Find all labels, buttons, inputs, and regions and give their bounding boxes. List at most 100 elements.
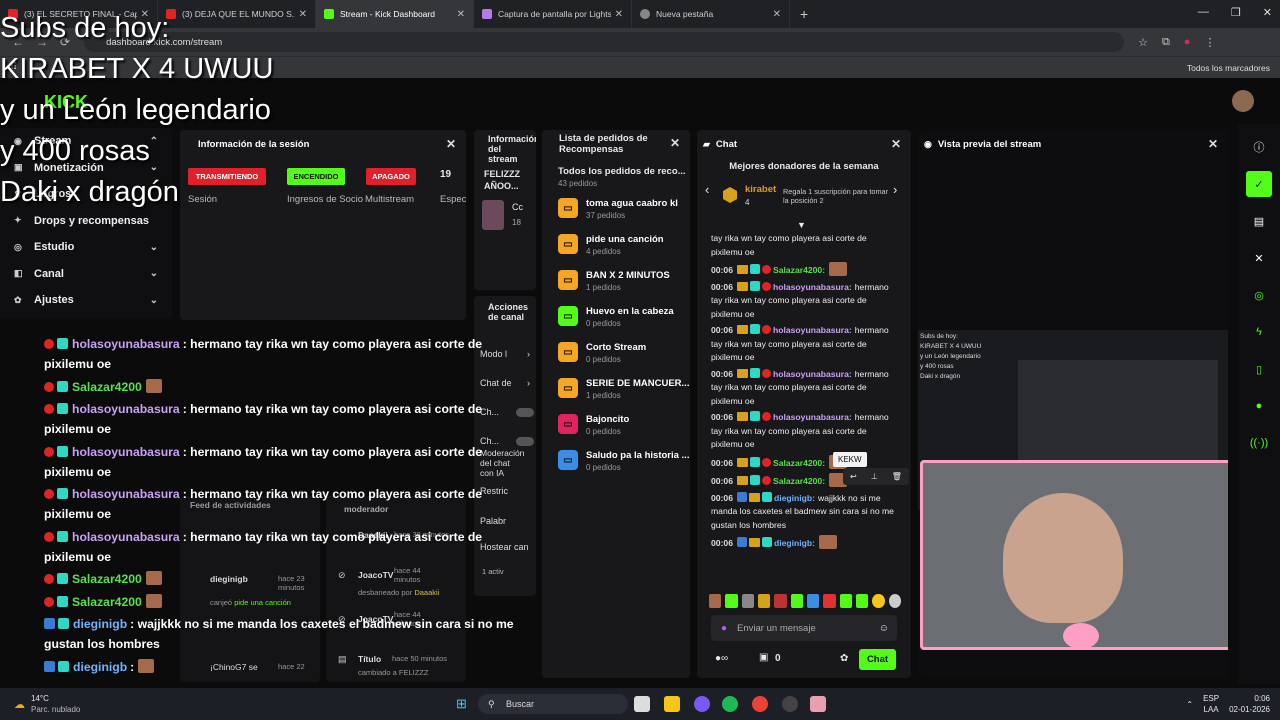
send-chat-button[interactable]: Chat bbox=[859, 649, 896, 670]
spotify-icon[interactable] bbox=[722, 696, 738, 712]
close-icon[interactable]: ✕ bbox=[615, 9, 623, 20]
kick-logo[interactable]: KICK bbox=[44, 92, 88, 113]
request-item[interactable]: ▭ SERIE DE MANCUER... 1 pedidos bbox=[542, 378, 690, 414]
sidebar-item-stream[interactable]: ◉ Stream ⌃ bbox=[0, 128, 172, 155]
close-icon[interactable]: ✕ bbox=[891, 137, 901, 151]
target-icon[interactable]: ◎ bbox=[1246, 282, 1272, 308]
message-user[interactable]: dieginigb: bbox=[774, 538, 815, 548]
tab-2[interactable]: (3) DEJA QUE EL MUNDO S... ✕ bbox=[158, 0, 316, 28]
tab-3[interactable]: Stream - Kick Dashboard ✕ bbox=[316, 0, 474, 28]
obs-icon[interactable] bbox=[782, 696, 798, 712]
emote-icon[interactable] bbox=[725, 594, 738, 608]
sidebar-item-estudio[interactable]: ◎ Estudio ⌄ bbox=[0, 234, 172, 261]
store-icon[interactable]: ▣ bbox=[759, 652, 768, 663]
message-user[interactable]: holasoyunabasura: bbox=[773, 369, 852, 379]
request-item[interactable]: ▭ Huevo en la cabeza 0 pedidos bbox=[542, 306, 690, 342]
close-icon[interactable]: ✕ bbox=[141, 9, 149, 20]
apps-icon[interactable]: ⠿ bbox=[10, 62, 17, 73]
sidebar-item-drops[interactable]: ✦ Drops y recompensas bbox=[0, 208, 172, 235]
emoji-icon[interactable]: ☺ bbox=[879, 623, 889, 634]
close-icon[interactable]: ✕ bbox=[299, 9, 307, 20]
emote-icon[interactable] bbox=[741, 594, 754, 608]
url-field[interactable]: dashboard.kick.com/stream bbox=[84, 32, 1125, 52]
close-icon[interactable]: ✕ bbox=[1246, 245, 1272, 271]
taskbar-search[interactable]: ⚲ Buscar bbox=[478, 694, 628, 714]
tab-1[interactable]: (3) EL SECRETO FINAL - Capi ✕ bbox=[0, 0, 158, 28]
chevron-right-icon[interactable]: › bbox=[893, 182, 897, 197]
mic-icon[interactable]: ● bbox=[721, 623, 727, 634]
extensions-icon[interactable]: ⧉ bbox=[1162, 36, 1170, 49]
close-icon[interactable]: ✕ bbox=[773, 9, 781, 20]
chat-input[interactable]: ● Enviar un mensaje ☺ bbox=[711, 615, 897, 641]
message-user[interactable]: Salazar4200: bbox=[773, 265, 825, 275]
info-icon[interactable]: ⓘ bbox=[1246, 134, 1272, 160]
delete-icon[interactable]: 🗑 bbox=[892, 472, 902, 481]
new-tab-icon[interactable]: + bbox=[800, 6, 808, 22]
request-item[interactable]: ▭ Saludo pa la historia ... 0 pedidos bbox=[542, 450, 690, 486]
windows-start-icon[interactable]: ⊞ bbox=[456, 696, 467, 712]
emote-icon[interactable] bbox=[790, 594, 803, 608]
chevron-left-icon[interactable]: ‹ bbox=[705, 182, 709, 197]
app-icon[interactable] bbox=[810, 696, 826, 712]
request-item[interactable]: ▭ Bajoncito 0 pedidos bbox=[542, 414, 690, 450]
discord-icon[interactable] bbox=[694, 696, 710, 712]
check-icon[interactable]: ✓ bbox=[1246, 171, 1272, 197]
request-item[interactable]: ▭ Corto Stream 0 pedidos bbox=[542, 342, 690, 378]
message-user[interactable]: Salazar4200: bbox=[773, 458, 825, 468]
lightning-icon[interactable]: ϟ bbox=[1246, 319, 1272, 345]
reply-icon[interactable]: ↩ bbox=[850, 472, 857, 481]
reload-icon[interactable]: ⟳ bbox=[60, 35, 70, 49]
layout-icon[interactable]: ▤ bbox=[1246, 208, 1272, 234]
tab-5[interactable]: Nueva pestaña ✕ bbox=[632, 0, 790, 28]
points-icon[interactable]: ●∞ bbox=[715, 653, 728, 664]
close-icon[interactable]: ✕ bbox=[1208, 137, 1218, 151]
emote-icon[interactable] bbox=[855, 594, 869, 608]
donor-name[interactable]: kirabet bbox=[745, 184, 776, 195]
message-user[interactable]: holasoyunabasura: bbox=[773, 412, 852, 422]
close-icon[interactable]: ✕ bbox=[670, 137, 680, 155]
emote-icon[interactable] bbox=[757, 594, 771, 608]
emote-icon[interactable] bbox=[888, 594, 901, 608]
donor-cta[interactable]: Regala 1 suscripción para tomar la posic… bbox=[783, 187, 891, 205]
message-user[interactable]: holasoyunabasura: bbox=[773, 282, 852, 292]
emote-icon[interactable] bbox=[872, 594, 885, 608]
star-icon[interactable]: ☆ bbox=[1138, 36, 1148, 49]
emote-icon[interactable] bbox=[774, 594, 787, 608]
explorer-icon[interactable] bbox=[664, 696, 680, 712]
avatar[interactable] bbox=[1232, 90, 1254, 112]
emote-icon[interactable] bbox=[839, 594, 852, 608]
message-user[interactable]: dieginigb: bbox=[774, 493, 815, 503]
chrome-icon[interactable] bbox=[752, 696, 768, 712]
sidebar-item-canal[interactable]: ◧ Canal ⌄ bbox=[0, 261, 172, 288]
request-item[interactable]: ▭ BAN X 2 MINUTOS 1 pedidos bbox=[542, 270, 690, 306]
all-bookmarks[interactable]: Todos los marcadores bbox=[1187, 63, 1270, 73]
emote-icon[interactable] bbox=[823, 594, 836, 608]
request-item[interactable]: ▭ toma agua caabro kl 37 pedidos bbox=[542, 198, 690, 234]
requests-subtitle[interactable]: Todos los pedidos de reco... bbox=[542, 155, 690, 177]
close-icon[interactable]: ✕ bbox=[457, 9, 465, 20]
sidebar-item-monetizacion[interactable]: ▣ Monetización ⌄ bbox=[0, 155, 172, 182]
close-icon[interactable]: ✕ bbox=[446, 137, 456, 151]
profile-icon[interactable]: ● bbox=[1184, 36, 1191, 48]
close-window-icon[interactable]: ✕ bbox=[1263, 6, 1272, 19]
sidebar-item-ajustes[interactable]: ✿ Ajustes ⌄ bbox=[0, 287, 172, 314]
forward-icon[interactable]: → bbox=[36, 35, 48, 49]
restore-icon[interactable]: ❐ bbox=[1231, 6, 1241, 19]
request-item[interactable]: ▭ pide una canción 4 pedidos bbox=[542, 234, 690, 270]
message-user[interactable]: holasoyunabasura: bbox=[773, 325, 852, 335]
back-icon[interactable]: ← bbox=[12, 35, 24, 49]
clipboard-icon[interactable]: ▯ bbox=[1246, 356, 1272, 382]
tab-4[interactable]: Captura de pantalla por Lightsh...✕ bbox=[474, 0, 632, 28]
message-user[interactable]: Salazar4200: bbox=[773, 476, 825, 486]
broadcast-icon[interactable]: ((·)) bbox=[1246, 430, 1272, 456]
weather-icon[interactable]: ☁ bbox=[14, 698, 25, 711]
sidebar-item-logros[interactable]: ♛ Logros bbox=[0, 181, 172, 208]
minimize-icon[interactable]: — bbox=[1198, 6, 1209, 19]
emote-icon[interactable] bbox=[709, 594, 722, 608]
chat-icon[interactable]: ● bbox=[1246, 393, 1272, 419]
task-view-icon[interactable] bbox=[634, 696, 650, 712]
pin-icon[interactable]: ⊥ bbox=[871, 472, 878, 481]
tray-chevron-icon[interactable]: ⌃ bbox=[1186, 700, 1193, 709]
menu-icon[interactable]: ⋮ bbox=[1204, 36, 1215, 49]
emote-icon[interactable] bbox=[806, 594, 820, 608]
